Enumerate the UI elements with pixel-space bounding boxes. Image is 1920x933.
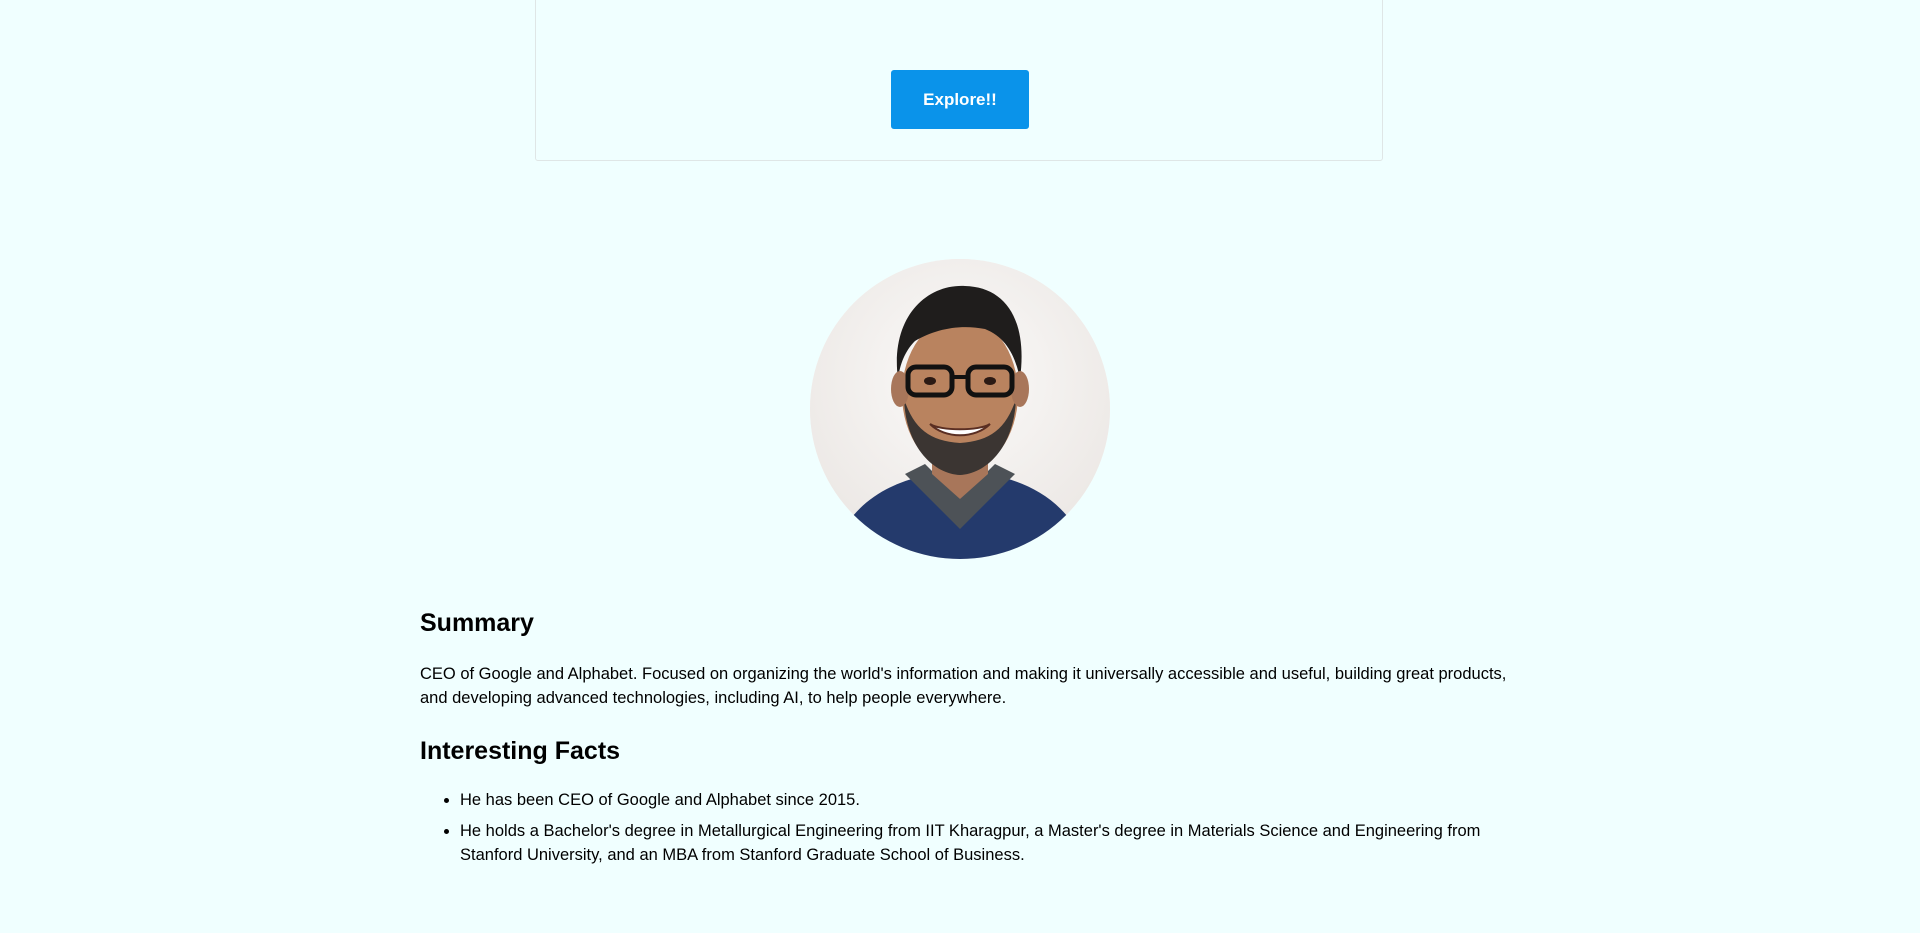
fact-item: He has been CEO of Google and Alphabet s…: [460, 788, 1510, 812]
portrait-image: [810, 259, 1110, 559]
summary-text: CEO of Google and Alphabet. Focused on o…: [420, 665, 1507, 707]
profile-content: Summary CEO of Google and Alphabet. Focu…: [420, 600, 1510, 874]
page: Explore!! Summary CEO of Google and Alph…: [0, 0, 1920, 933]
facts-heading: Interesting Facts: [420, 737, 621, 765]
fact-item: He holds a Bachelor's degree in Metallur…: [460, 819, 1510, 867]
profile-avatar: [810, 259, 1110, 559]
summary-heading: Summary: [420, 609, 534, 637]
explore-button[interactable]: Explore!!: [891, 70, 1029, 129]
facts-list: He has been CEO of Google and Alphabet s…: [420, 788, 1510, 867]
